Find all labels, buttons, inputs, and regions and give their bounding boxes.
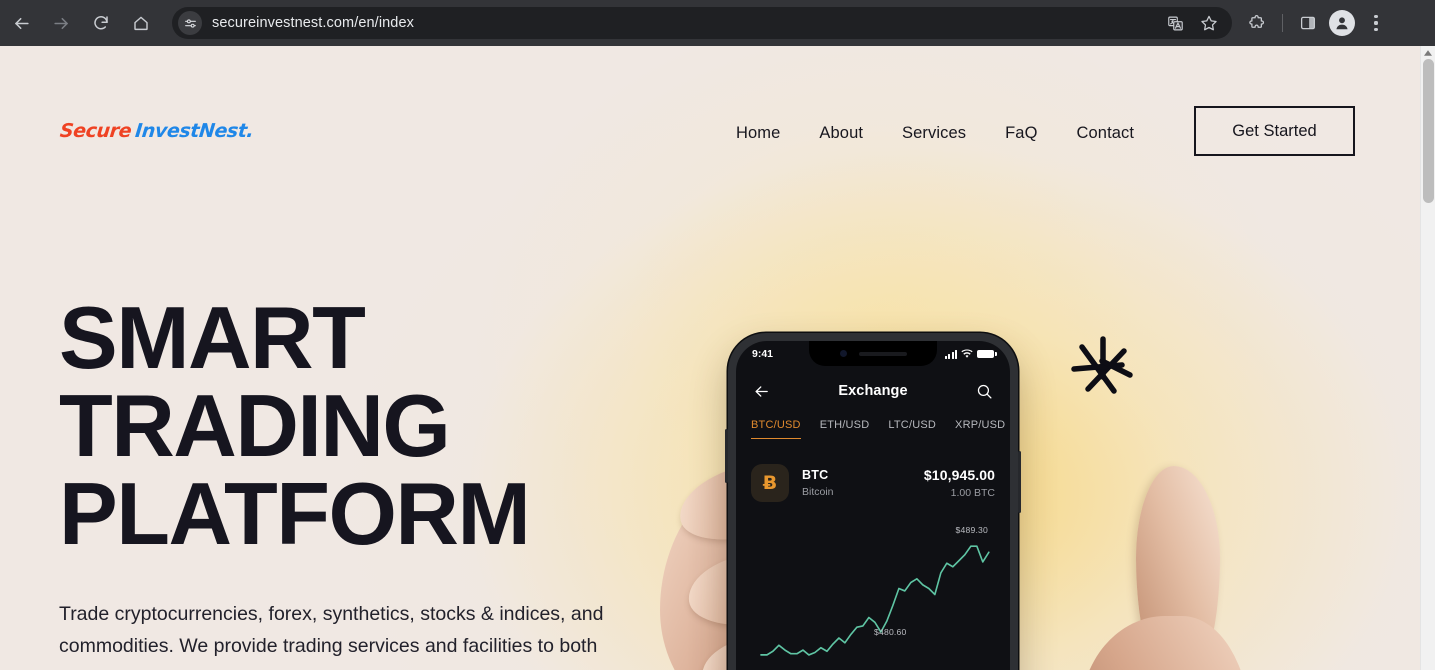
menu-dot <box>1374 15 1378 19</box>
price-chart-line <box>760 545 990 656</box>
person-avatar-icon <box>1336 17 1348 30</box>
toolbar-divider <box>1282 14 1283 32</box>
battery-icon <box>977 349 997 359</box>
scroll-up-arrow-icon <box>1424 49 1432 56</box>
tune-sliders-icon <box>184 18 196 28</box>
reload-icon <box>94 16 108 30</box>
coin-row[interactable]: Ƀ BTC Bitcoin $10,945.00 1.00 BTC <box>751 459 995 507</box>
address-bar[interactable]: secureinvestnest.com/en/index <box>172 7 1232 39</box>
translate-icon <box>1167 16 1183 30</box>
browser-toolbar: secureinvestnest.com/en/index <box>0 0 1435 46</box>
phone-status-bar: 9:41 <box>736 341 1010 367</box>
back-arrow-icon[interactable] <box>753 383 770 400</box>
extensions-button[interactable] <box>1242 8 1272 38</box>
logo-text-secure: Secure <box>58 120 133 142</box>
chart-annotation-low: $480.60 <box>874 627 907 637</box>
url-text: secureinvestnest.com/en/index <box>212 15 414 31</box>
webpage: SecureInvestNest. Home About Services Fa… <box>0 46 1420 670</box>
site-header: SecureInvestNest. Home About Services Fa… <box>0 46 1420 176</box>
forward-arrow-icon <box>53 17 68 29</box>
logo-text-investnest: InvestNest. <box>134 120 255 142</box>
star-icon <box>1201 15 1217 31</box>
page-viewport: SecureInvestNest. Home About Services Fa… <box>0 46 1435 670</box>
nav-item-services[interactable]: Services <box>902 118 966 149</box>
app-header: Exchange <box>736 371 1010 411</box>
get-started-button[interactable]: Get Started <box>1194 106 1355 156</box>
coin-identity: BTC Bitcoin <box>802 468 834 498</box>
nav-item-contact[interactable]: Contact <box>1077 118 1135 149</box>
tab-xrp-usd[interactable]: XRP/USD <box>955 419 1005 438</box>
app-title: Exchange <box>838 383 908 399</box>
avatar <box>1329 10 1355 36</box>
forward-button[interactable] <box>46 8 76 38</box>
search-icon[interactable] <box>976 383 993 400</box>
puzzle-piece-icon <box>1249 15 1265 28</box>
hero-paragraph: Trade cryptocurrencies, forex, synthetic… <box>59 603 604 670</box>
hero-title: SMART TRADING PLATFORM <box>59 294 699 558</box>
tab-eth-usd[interactable]: ETH/USD <box>820 419 870 438</box>
translate-button[interactable] <box>1160 8 1190 38</box>
phone-mockup-scene: 9:41 Exchange BTC/USD ETH/USD LTC/USD XR… <box>650 316 1250 670</box>
site-logo[interactable]: SecureInvestNest. <box>59 120 255 142</box>
nav-item-about[interactable]: About <box>819 118 863 149</box>
nav-item-home[interactable]: Home <box>736 118 780 149</box>
home-icon <box>134 16 148 31</box>
trading-pair-tabs: BTC/USD ETH/USD LTC/USD XRP/USD EOS <box>736 419 1010 439</box>
phone-screen: 9:41 Exchange BTC/USD ETH/USD LTC/USD XR… <box>736 341 1010 670</box>
side-panel-button[interactable] <box>1293 8 1323 38</box>
coin-values: $10,945.00 1.00 BTC <box>924 467 995 499</box>
page-scrollbar[interactable] <box>1420 46 1435 670</box>
coin-amount: 1.00 BTC <box>950 487 995 499</box>
nav-item-faq[interactable]: FaQ <box>1005 118 1037 149</box>
tab-ltc-usd[interactable]: LTC/USD <box>888 419 936 438</box>
menu-dot <box>1374 27 1378 31</box>
menu-dot <box>1374 21 1378 25</box>
back-arrow-icon <box>14 17 29 29</box>
wifi-icon <box>961 349 973 358</box>
browser-menu-button[interactable] <box>1361 8 1391 38</box>
side-panel-icon <box>1300 16 1316 30</box>
hand-lower-palm <box>1080 616 1250 670</box>
chart-annotation-high: $489.30 <box>955 525 988 535</box>
hero-title-line-1: SMART <box>59 288 366 387</box>
coin-symbol: BTC <box>802 468 829 482</box>
hero-title-line-3: PLATFORM <box>59 464 531 563</box>
home-button[interactable] <box>126 8 156 38</box>
bitcoin-icon: Ƀ <box>751 464 789 502</box>
main-navigation: Home About Services FaQ Contact <box>736 118 1134 149</box>
back-button[interactable] <box>6 8 36 38</box>
reload-button[interactable] <box>86 8 116 38</box>
status-indicators <box>944 349 997 359</box>
site-info-button[interactable] <box>178 11 202 35</box>
coin-name: Bitcoin <box>802 486 834 498</box>
hero-section: SMART TRADING PLATFORM Trade cryptocurre… <box>59 294 699 670</box>
price-chart: $489.30 $480.60 <box>744 517 1002 670</box>
coin-price: $10,945.00 <box>923 467 995 483</box>
scrollbar-thumb[interactable] <box>1423 59 1434 203</box>
phone-device: 9:41 Exchange BTC/USD ETH/USD LTC/USD XR… <box>725 333 1021 670</box>
browser-actions <box>1242 8 1391 38</box>
scroll-up-button[interactable] <box>1421 46 1435 59</box>
cellular-bars-icon <box>944 349 957 359</box>
tab-btc-usd[interactable]: BTC/USD <box>751 419 801 439</box>
profile-button[interactable] <box>1327 8 1357 38</box>
hero-title-line-2: TRADING <box>59 376 451 475</box>
bookmark-button[interactable] <box>1194 8 1224 38</box>
status-time: 9:41 <box>752 348 774 360</box>
